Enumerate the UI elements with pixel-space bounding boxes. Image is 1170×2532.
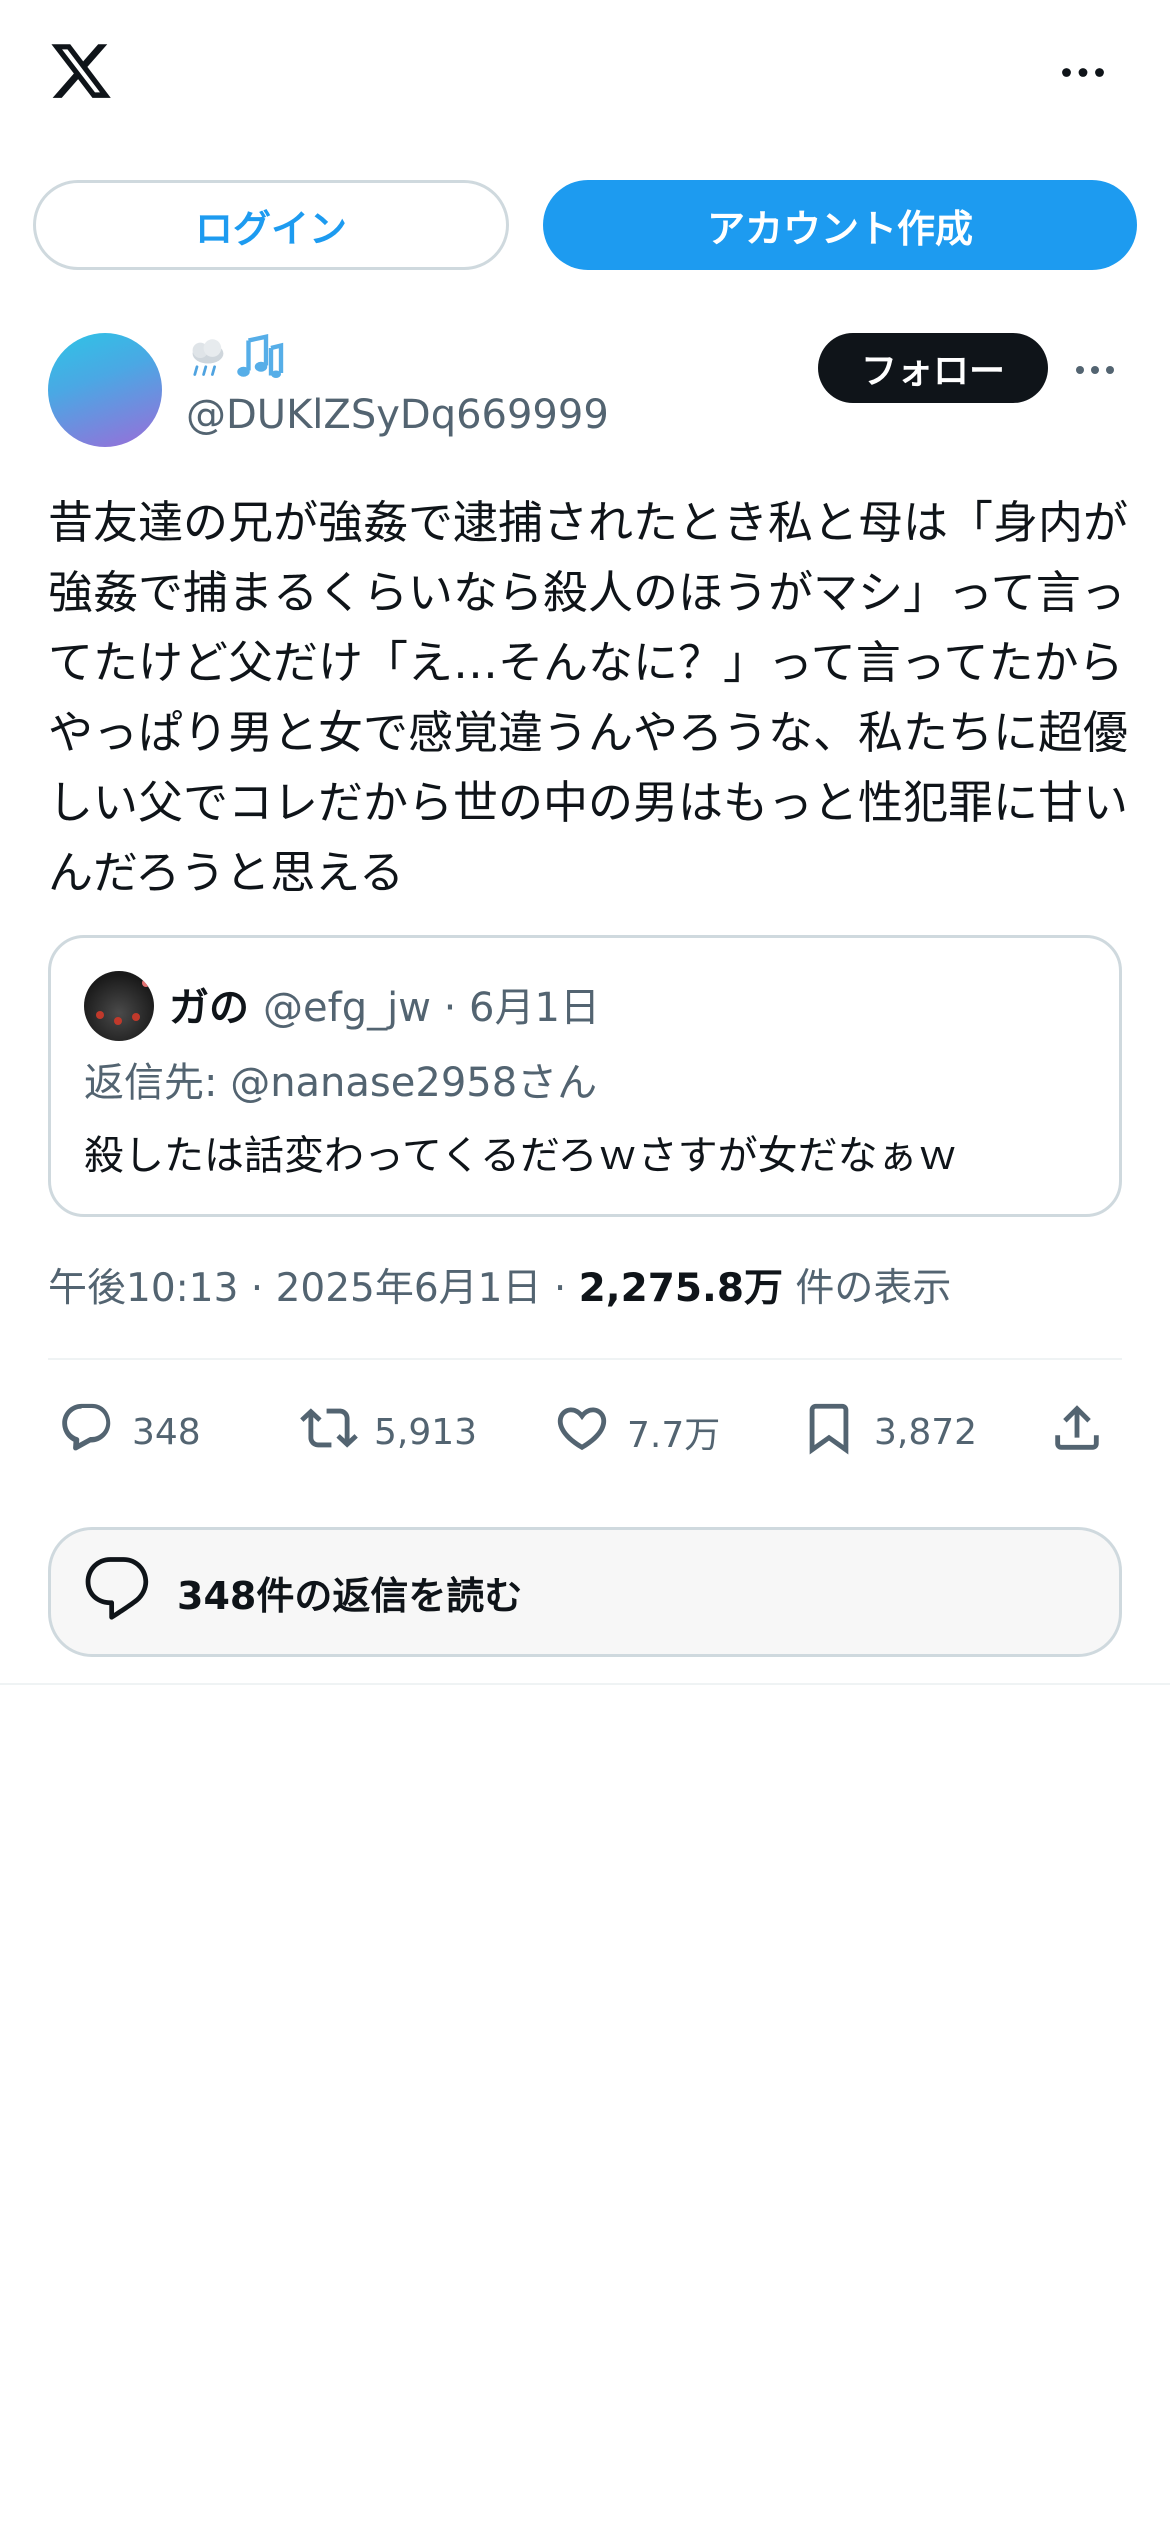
display-name[interactable]	[186, 330, 286, 390]
share-icon	[1048, 1399, 1106, 1466]
tweet-text: 昔友達の兄が強姦で逮捕されたとき私と母は「身内が強姦で捕まるくらいなら殺人のほう…	[48, 496, 1129, 899]
quote-header: ガの @efg_jw · 6月1日	[169, 974, 600, 1034]
tweet-more-icon[interactable]	[1068, 350, 1122, 390]
speech-bubbles-icon	[79, 1550, 155, 1635]
tweet-header: @DUKlZSyDq669999 フォロー	[48, 330, 1122, 450]
avatar[interactable]	[48, 333, 162, 447]
tweet-actions: 348 5,913 7.7万 3,872	[48, 1392, 1122, 1472]
retweet-icon	[300, 1399, 358, 1466]
bookmark-count: 3,872	[874, 1411, 978, 1453]
top-bar	[0, 0, 1170, 150]
views-label: 件の表示	[782, 1266, 952, 1311]
quote-avatar	[84, 971, 154, 1041]
login-button[interactable]: ログイン	[33, 180, 509, 270]
auth-buttons: ログイン アカウント作成	[33, 180, 1137, 270]
quoted-tweet[interactable]: ガの @efg_jw · 6月1日 返信先: @nanase2958さん 殺した…	[48, 935, 1122, 1217]
quote-reply-to: 返信先: @nanase2958さん	[84, 1060, 598, 1106]
bottom-divider	[0, 1683, 1170, 1685]
heart-icon	[553, 1399, 611, 1466]
reply-count: 348	[132, 1411, 201, 1453]
read-replies-button[interactable]: 348件の返信を読む	[48, 1527, 1122, 1657]
reply-icon	[58, 1399, 116, 1466]
rain-cloud-icon	[186, 336, 230, 384]
quote-text: 殺したは話変わってくるだろｗさすが女だなぁｗ	[84, 1133, 958, 1179]
more-horizontal-icon[interactable]	[1055, 52, 1111, 92]
bookmark-button[interactable]: 3,872	[800, 1392, 977, 1472]
follow-button[interactable]: フォロー	[818, 333, 1048, 403]
music-notes-icon	[236, 333, 286, 387]
divider	[48, 1358, 1122, 1360]
quote-author-name: ガの	[169, 985, 249, 1031]
retweet-count: 5,913	[374, 1411, 478, 1453]
quote-handle-date: @efg_jw · 6月1日	[263, 985, 600, 1031]
x-logo-icon[interactable]	[48, 38, 114, 104]
tweet-time[interactable]: 午後10:13 · 2025年6月1日 ·	[48, 1266, 579, 1311]
tweet-meta: 午後10:13 · 2025年6月1日 · 2,275.8万 件の表示	[48, 1257, 951, 1313]
signup-button[interactable]: アカウント作成	[543, 180, 1137, 270]
retweet-button[interactable]: 5,913	[300, 1392, 477, 1472]
bookmark-icon	[800, 1399, 858, 1466]
like-button[interactable]: 7.7万	[553, 1392, 720, 1472]
read-replies-label: 348件の返信を読む	[177, 1573, 523, 1618]
views-count: 2,275.8万	[578, 1266, 783, 1311]
user-handle[interactable]: @DUKlZSyDq669999	[186, 392, 609, 438]
share-button[interactable]	[1048, 1392, 1106, 1472]
reply-button[interactable]: 348	[58, 1392, 201, 1472]
like-count: 7.7万	[627, 1415, 721, 1456]
